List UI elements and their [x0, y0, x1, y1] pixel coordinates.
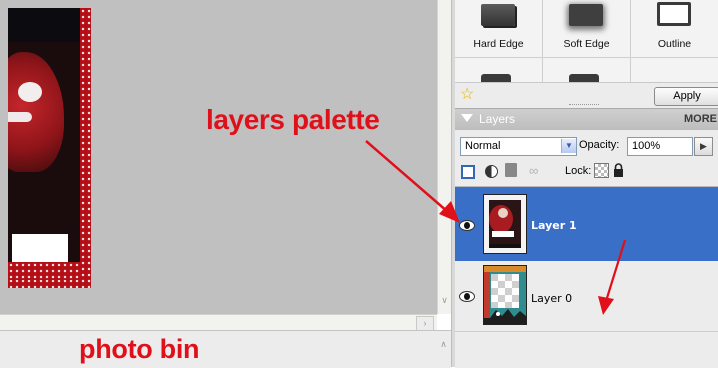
lock-label: Lock:: [565, 165, 592, 177]
photo-dark-band: [8, 8, 80, 42]
trash-icon[interactable]: [505, 163, 517, 177]
layer-thumbnail: [483, 265, 527, 325]
layers-list: Layer 1 Layer 0: [455, 186, 718, 368]
photo-santa-trim: [8, 112, 32, 122]
effect-soft-edge[interactable]: Soft Edge: [543, 0, 631, 57]
effect-grid-line: [630, 58, 631, 83]
effect-label: Soft Edge: [563, 38, 610, 50]
collapse-triangle-icon[interactable]: [461, 114, 473, 122]
layer-1-thumbnail-art: [484, 195, 526, 253]
effect-outline[interactable]: Outline: [631, 0, 718, 57]
chevron-down-icon[interactable]: ▼: [561, 139, 576, 153]
lock-all-icon[interactable]: [613, 163, 624, 177]
annotation-layers-palette: layers palette: [206, 104, 380, 135]
favorite-star-icon[interactable]: ☆: [460, 86, 474, 104]
layer-name: Layer 0: [531, 292, 573, 305]
annotation-photo-bin: photo bin: [79, 334, 200, 364]
effect-grid-line: [542, 58, 543, 83]
layers-controls: Normal ▼ Opacity: 100% ▶ ∞ Lock:: [455, 130, 718, 186]
layer-row-layer-1[interactable]: Layer 1: [455, 187, 718, 261]
effect-hard-edge[interactable]: Hard Edge: [455, 0, 543, 57]
effect-label: Hard Edge: [473, 38, 524, 50]
effect-label: Outline: [657, 38, 692, 50]
layer-name: Layer 1: [531, 219, 577, 232]
photo-caption-box: [12, 234, 68, 262]
canvas-horizontal-scrollbar[interactable]: ›: [0, 314, 437, 331]
effect-thumbnail: [569, 4, 603, 26]
effect-thumbnail: [481, 4, 515, 26]
photo-bin-scroll-up-icon[interactable]: ∧: [437, 339, 450, 352]
layer-thumbnail: [483, 194, 527, 254]
apply-button[interactable]: Apply: [654, 87, 718, 106]
more-options-button[interactable]: MORE: [684, 113, 717, 125]
photo-santa-fur: [18, 82, 42, 102]
canvas-photo: [8, 8, 91, 288]
visibility-eye-icon[interactable]: [459, 220, 475, 231]
photo-bin-panel[interactable]: ∧: [0, 330, 451, 368]
opacity-value: 100%: [632, 140, 661, 152]
scroll-right-arrow-icon[interactable]: ›: [416, 316, 434, 331]
link-layers-icon[interactable]: ∞: [529, 164, 539, 178]
opacity-label: Opacity:: [579, 139, 620, 151]
effects-palette: Hard Edge Soft Edge Outline: [455, 0, 718, 83]
effect-thumbnail: [657, 2, 691, 26]
photo-bottom-border: [8, 262, 80, 280]
layer-0-thumbnail-art: [484, 266, 526, 324]
visibility-eye-icon[interactable]: [459, 291, 475, 302]
new-layer-icon[interactable]: [461, 165, 475, 179]
photo-image-area: [8, 8, 80, 280]
adjustment-layer-icon[interactable]: [485, 165, 498, 178]
opacity-input[interactable]: 100%: [627, 137, 693, 156]
canvas-vertical-scrollbar[interactable]: ∨: [437, 0, 452, 314]
lock-transparency-icon[interactable]: [594, 163, 609, 178]
document-canvas[interactable]: [0, 0, 437, 314]
blend-mode-value: Normal: [465, 140, 501, 152]
effects-row-2: [455, 57, 718, 83]
effects-apply-bar: ☆ Apply: [455, 82, 718, 109]
blend-mode-select[interactable]: Normal ▼: [460, 137, 577, 156]
layer-row-layer-0[interactable]: Layer 0: [455, 261, 718, 332]
layers-palette-header[interactable]: Layers MORE: [455, 108, 718, 131]
scroll-down-arrow-icon[interactable]: ∨: [438, 294, 451, 307]
opacity-slider-arrow-icon[interactable]: ▶: [694, 137, 713, 156]
layers-palette-title: Layers: [479, 112, 516, 126]
